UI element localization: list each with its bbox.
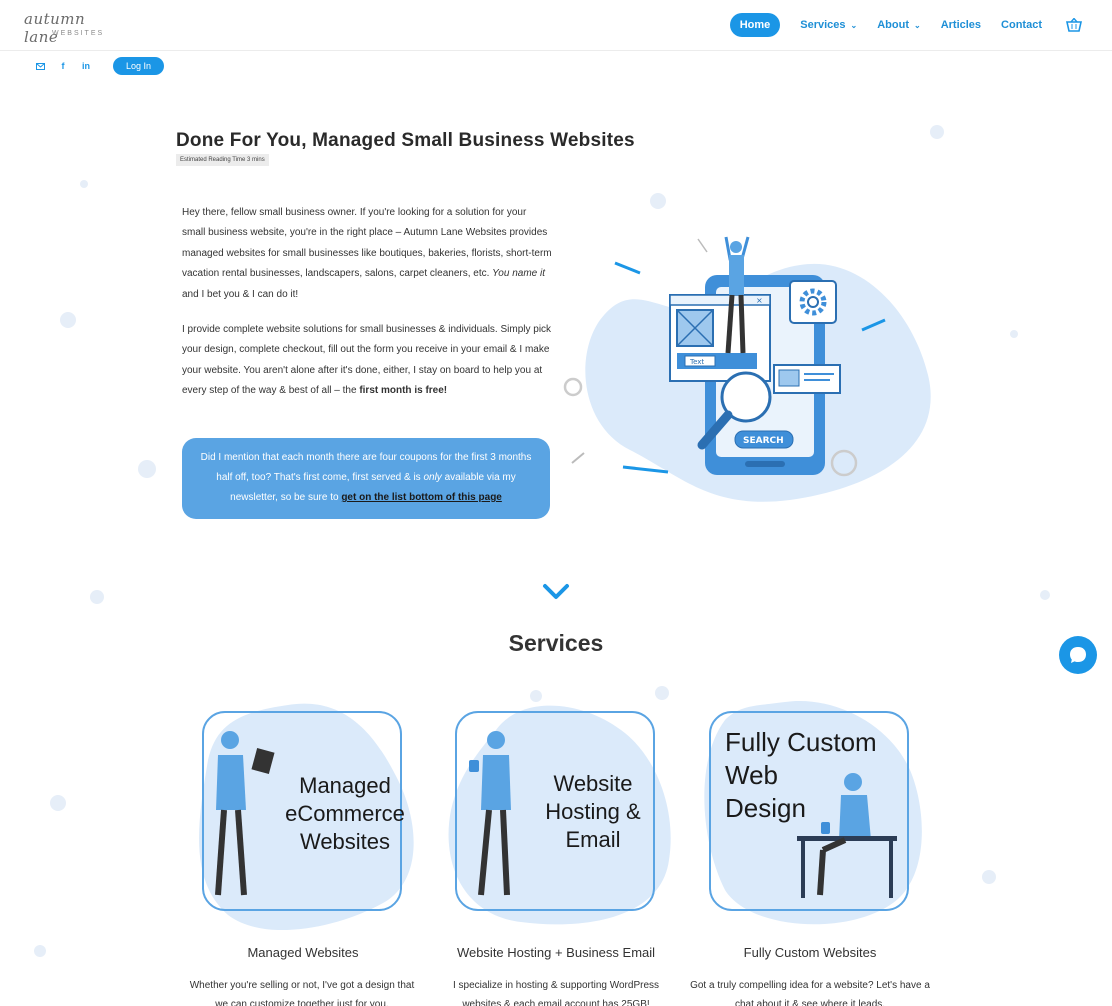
card-image-line: Hosting & <box>545 799 641 824</box>
card-image-text: Managed eCommerce Websites <box>270 772 420 856</box>
nav-home[interactable]: Home <box>729 13 781 37</box>
card-image-line: Managed <box>299 773 391 798</box>
service-name-hosting[interactable]: Website Hosting + Business Email <box>441 945 671 960</box>
free-month-highlight: first month is free! <box>359 385 448 397</box>
site-header: autumn lane WEBSITES Home Services ⌄ Abou… <box>0 0 1112 51</box>
logo-script-text: autumn lane <box>24 10 86 46</box>
chevron-down-icon: ⌄ <box>913 20 921 30</box>
service-card-custom[interactable]: Fully Custom Web Design <box>695 700 925 930</box>
services-heading: Services <box>508 630 604 656</box>
card-image-line: Website <box>553 771 633 796</box>
service-card-managed[interactable]: Managed eCommerce Websites <box>188 700 418 930</box>
utility-bar: f in Log In <box>30 56 165 76</box>
card-image-line: Email <box>565 827 621 852</box>
card-image-line: Web <box>725 760 778 790</box>
chat-bubble-icon[interactable] <box>1059 636 1097 674</box>
coupon-callout: Did I mention that each month there are … <box>182 438 550 519</box>
svg-text:×: × <box>756 296 763 305</box>
login-button[interactable]: Log In <box>113 57 165 75</box>
service-desc-managed: Whether you're selling or not, I've got … <box>189 980 415 1006</box>
card-image-line: eCommerce <box>285 801 405 826</box>
card-image-line: Websites <box>299 829 391 854</box>
service-card-hosting[interactable]: Website Hosting & Email <box>441 700 671 930</box>
card-image-line: Design <box>725 793 806 823</box>
service-name-managed[interactable]: Managed Websites <box>188 945 418 960</box>
hero-illustration: × Text SEARCH <box>560 225 940 515</box>
service-desc-hosting: I specialize in hosting & supporting Wor… <box>452 980 660 1006</box>
illustration-search-label: SEARCH <box>743 436 784 446</box>
reading-time-badge: Estimated Reading Time 3 mins <box>176 154 269 166</box>
nav-contact[interactable]: Contact <box>1001 19 1042 31</box>
nav-about[interactable]: About ⌄ <box>877 19 920 31</box>
chevron-down-icon[interactable] <box>542 583 570 601</box>
intro-text-end: and I bet you & I can do it! <box>182 288 299 300</box>
nav-articles[interactable]: Articles <box>941 19 981 31</box>
card-image-text: Website Hosting & Email <box>523 770 663 854</box>
chevron-down-icon: ⌄ <box>850 20 858 30</box>
newsletter-link[interactable]: get on the list bottom of this page <box>341 492 502 503</box>
illustration-text-badge: Text <box>689 358 704 366</box>
linkedin-icon[interactable]: in <box>76 58 96 74</box>
card-image-text: Fully Custom Web Design <box>725 726 885 825</box>
nav-articles-label: Articles <box>940 19 982 31</box>
site-logo[interactable]: autumn lane WEBSITES <box>24 10 124 46</box>
intro-emphasis: You name it <box>492 268 545 280</box>
page-title: Done For You, Managed Small Business Web… <box>176 130 635 151</box>
card-image-line: Fully Custom <box>725 727 877 757</box>
nav-about-label: About <box>877 19 909 31</box>
intro-paragraph: Hey there, fellow small business owner. … <box>182 203 552 305</box>
basket-icon[interactable] <box>1066 17 1082 32</box>
nav-contact-label: Contact <box>1001 19 1042 31</box>
nav-home-label: Home <box>739 19 771 31</box>
service-desc-custom: Got a truly compelling idea for a websit… <box>690 980 930 1006</box>
facebook-icon[interactable]: f <box>53 58 73 74</box>
solutions-paragraph: I provide complete website solutions for… <box>182 320 552 402</box>
nav-services-label: Services <box>800 19 846 31</box>
main-nav: Home Services ⌄ About ⌄ Articles Contact <box>729 13 1082 37</box>
logo-subtext: WEBSITES <box>52 30 105 37</box>
service-name-custom[interactable]: Fully Custom Websites <box>695 945 925 960</box>
callout-emphasis: only <box>423 472 442 483</box>
nav-services[interactable]: Services ⌄ <box>800 19 857 31</box>
email-icon[interactable] <box>30 58 50 74</box>
